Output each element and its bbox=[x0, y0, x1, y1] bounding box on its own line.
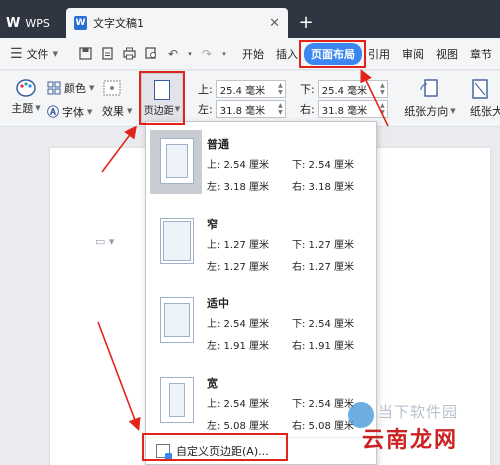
arrow-to-custom-margins bbox=[97, 321, 141, 431]
arrow-to-page-layout bbox=[360, 69, 389, 127]
arrow-to-margins bbox=[101, 125, 137, 173]
watermark-top-text: 当下软件园 bbox=[378, 403, 459, 421]
annotation-arrows bbox=[97, 69, 389, 431]
watermark: 当下软件园 云南龙网 bbox=[348, 398, 498, 462]
watermark-bottom-text: 云南龙网 bbox=[362, 428, 459, 453]
